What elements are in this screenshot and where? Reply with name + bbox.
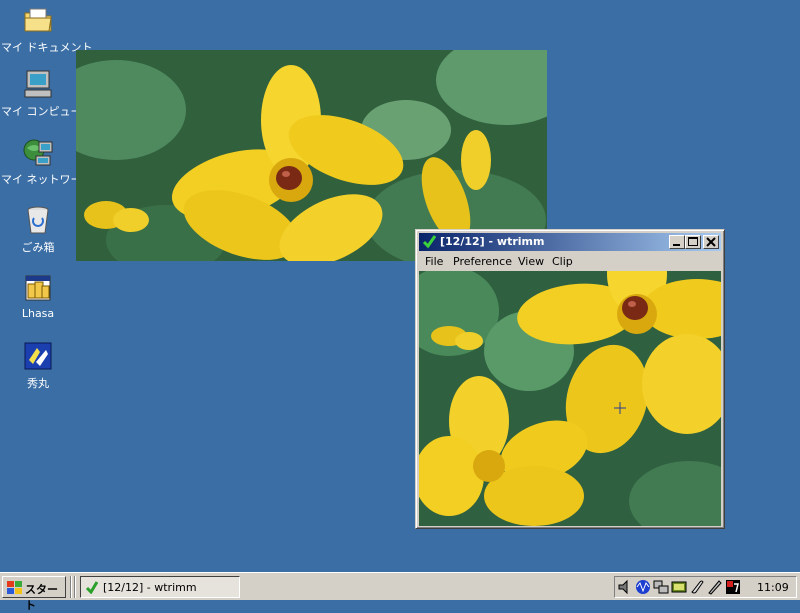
menu-file[interactable]: File [425,255,443,268]
ime-icon[interactable] [725,579,741,595]
image-preview[interactable] [419,271,721,526]
wtrimm-window[interactable]: [12/12] - wtrimm File Preference View Cl… [415,229,725,529]
hidemaru-editor-icon [22,340,54,372]
taskbar-separator [70,576,72,598]
task-button-label: [12/12] - wtrimm [103,581,197,594]
folder-documents-icon [22,4,54,36]
desktop-icon-label: 秀丸 [27,377,49,390]
network-places-icon [22,136,54,168]
maximize-icon [688,237,698,246]
display-icon[interactable] [671,579,687,595]
maximize-button[interactable] [685,235,701,249]
start-label: スタート [25,583,58,612]
volume-icon[interactable] [617,579,633,595]
minimize-icon [673,244,680,246]
desktop-icon-my-documents[interactable]: マイ ドキュメント [0,4,93,55]
window-titlebar[interactable]: [12/12] - wtrimm [419,233,721,251]
close-button[interactable] [703,235,719,249]
desktop-icon-label: ごみ箱 [21,241,55,254]
my-computer-icon [22,68,54,100]
desktop-icon-label: Lhasa [21,307,55,320]
start-button[interactable]: スタート [2,576,66,612]
windows-logo-icon [7,581,22,594]
taskbar: スタート [12/12] - wtrimm 11:09 [0,572,800,612]
desktop-icon-my-computer[interactable]: マイ コンピュータ [0,68,93,119]
window-title: [12/12] - wtrimm [440,235,545,248]
desktop-icon-recycle-bin[interactable]: ごみ箱 [0,204,76,255]
menu-bar: File Preference View Clip [419,252,721,270]
desktop-icon-lhasa[interactable]: Lhasa [0,272,76,320]
checkmark-app-icon [422,234,437,249]
menu-view[interactable]: View [518,255,544,268]
clock[interactable]: 11:09 [757,581,789,594]
recycle-bin-icon [22,204,54,236]
desktop-icon-my-network[interactable]: マイ ネットワーク [0,136,93,187]
menu-clip[interactable]: Clip [552,255,573,268]
clip-icon[interactable] [689,579,705,595]
menu-preference[interactable]: Preference [453,255,512,268]
network-icon[interactable] [653,579,669,595]
minimize-button[interactable] [669,235,685,249]
system-tray: 11:09 [614,576,797,598]
audio-wave-icon[interactable] [635,579,651,595]
desktop-icon-hidemaru[interactable]: 秀丸 [0,340,76,391]
close-icon [706,237,716,247]
task-button-wtrimm[interactable]: [12/12] - wtrimm [80,576,240,598]
taskbar-grip[interactable] [74,576,76,598]
checkmark-app-icon [85,580,99,595]
lhasa-archiver-icon [22,272,54,304]
pen-icon[interactable] [707,579,723,595]
